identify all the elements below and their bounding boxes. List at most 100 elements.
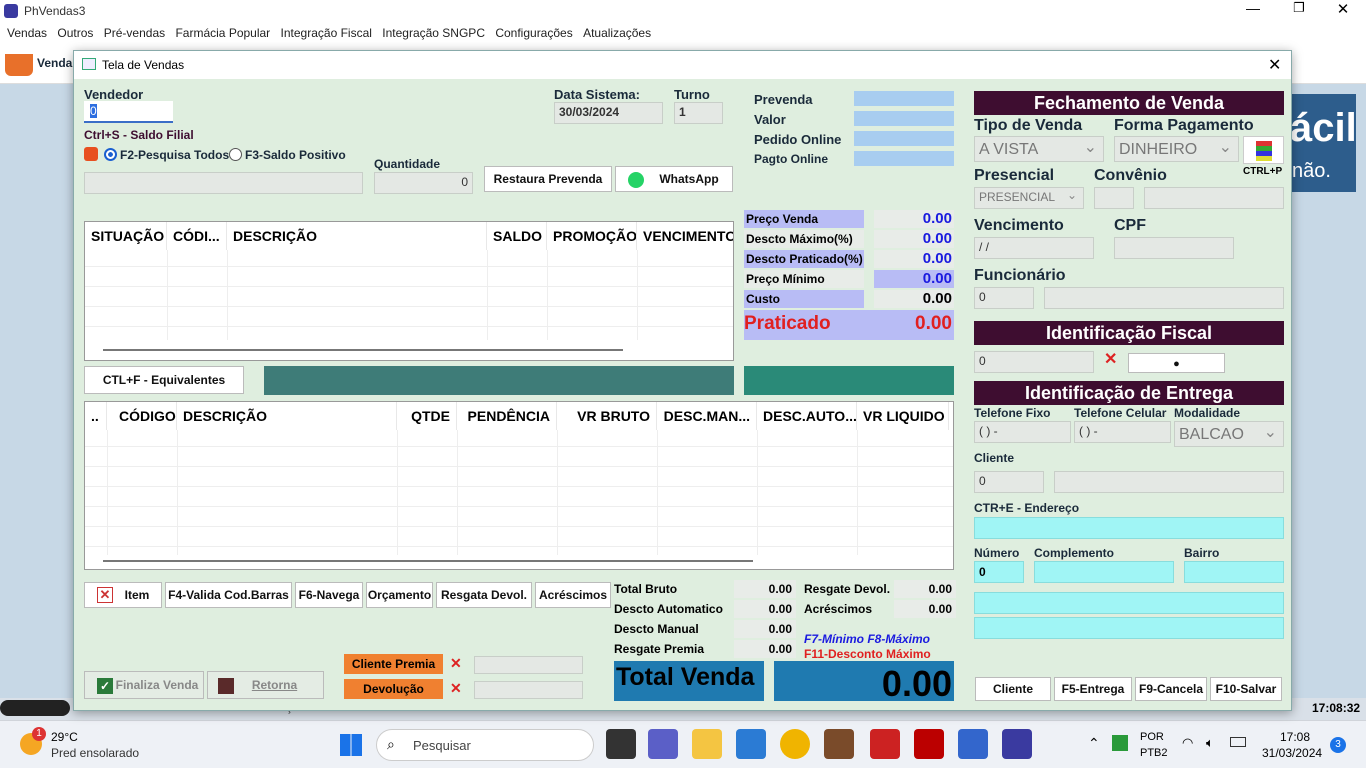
cliente-code-input[interactable]: 0 xyxy=(974,471,1044,493)
radio-pesquisa-todos-label[interactable]: F2-Pesquisa Todos xyxy=(120,148,229,162)
valida-codbarras-button[interactable]: F4-Valida Cod.Barras xyxy=(165,582,292,608)
basket-icon[interactable] xyxy=(5,54,33,76)
grid2-scrollbar[interactable] xyxy=(103,560,753,562)
pedido-online-field[interactable] xyxy=(854,131,954,146)
restaura-prevenda-button[interactable]: Restaura Prevenda xyxy=(484,166,612,192)
taskbar-date[interactable]: 31/03/2024 xyxy=(1262,746,1322,760)
whatsapp-button[interactable]: WhatsApp xyxy=(615,166,733,192)
task-view-icon[interactable] xyxy=(606,729,636,759)
radio-pesquisa-todos[interactable] xyxy=(104,148,117,161)
presencial-select[interactable]: PRESENCIAL xyxy=(974,187,1084,209)
funcionario-name-input[interactable] xyxy=(1044,287,1284,309)
orcamento-button[interactable]: Orçamento xyxy=(366,582,433,608)
cliente-premia-clear-icon[interactable]: ✕ xyxy=(450,655,462,672)
tel-celular-input[interactable]: ( ) - xyxy=(1074,421,1171,443)
cidade-input[interactable] xyxy=(974,592,1284,614)
grid2-col-desc-manual[interactable]: DESC.MAN... xyxy=(657,402,757,430)
battery-icon[interactable] xyxy=(1230,737,1246,747)
grid2-col-marker[interactable]: .. xyxy=(85,402,107,430)
minimize-button[interactable]: — xyxy=(1240,0,1266,22)
convenio-name-input[interactable] xyxy=(1144,187,1284,209)
menu-integracao-sngpc[interactable]: Integração SNGPC xyxy=(382,22,485,44)
quantidade-input[interactable]: 0 xyxy=(374,172,473,194)
grid1-col-vencimento[interactable]: VENCIMENTO xyxy=(637,222,733,250)
toolbar-vendas-label[interactable]: Venda xyxy=(37,56,72,70)
navega-button[interactable]: F6-Navega xyxy=(295,582,363,608)
windows-start-icon[interactable] xyxy=(340,734,362,756)
menu-atualizacoes[interactable]: Atualizações xyxy=(583,22,651,44)
grid2-col-desc-auto[interactable]: DESC.AUTO... xyxy=(757,402,857,430)
bairro-input[interactable] xyxy=(1184,561,1284,583)
grid1-col-situacao[interactable]: SITUAÇÃO xyxy=(85,222,167,250)
resgata-devol-button[interactable]: Resgata Devol. xyxy=(436,582,532,608)
filezilla-icon[interactable] xyxy=(914,729,944,759)
product-search-input[interactable] xyxy=(84,172,363,194)
app-icon-1[interactable] xyxy=(824,729,854,759)
grid1-col-codigo[interactable]: CÓDI... xyxy=(167,222,227,250)
menu-vendas[interactable]: Vendas xyxy=(7,22,47,44)
taskbar-time[interactable]: 17:08 xyxy=(1280,730,1310,744)
maximize-button[interactable]: ❐ xyxy=(1286,0,1312,22)
vencimento-input[interactable]: / / xyxy=(974,237,1094,259)
tray-app-icon[interactable] xyxy=(1112,735,1128,751)
convenio-code-input[interactable] xyxy=(1094,187,1134,209)
browser-icon[interactable] xyxy=(780,729,810,759)
cliente-premia-badge[interactable]: Cliente Premia xyxy=(344,654,443,674)
chat-icon[interactable] xyxy=(648,729,678,759)
cliente-button[interactable]: Cliente xyxy=(975,677,1051,701)
numero-input[interactable]: 0 xyxy=(974,561,1024,583)
item-button[interactable]: ✕ Item xyxy=(84,582,162,608)
cliente-premia-field[interactable] xyxy=(474,656,583,674)
cliente-name-input[interactable] xyxy=(1054,471,1284,493)
grid2-col-qtde[interactable]: QTDE xyxy=(397,402,457,430)
vendedor-input[interactable]: 0 xyxy=(84,101,173,123)
lang-1[interactable]: POR xyxy=(1140,731,1164,743)
items-grid[interactable]: .. CÓDIGO DESCRIÇÃO QTDE PENDÊNCIA VR BR… xyxy=(84,401,954,570)
prevenda-field[interactable] xyxy=(854,91,954,106)
menu-outros[interactable]: Outros xyxy=(57,22,93,44)
tipo-venda-select[interactable]: A VISTA xyxy=(974,136,1104,162)
app-icon-3[interactable] xyxy=(958,729,988,759)
funcionario-code-input[interactable]: 0 xyxy=(974,287,1034,309)
menu-integracao-fiscal[interactable]: Integração Fiscal xyxy=(281,22,372,44)
wifi-icon[interactable]: ◠ xyxy=(1182,735,1193,751)
file-explorer-icon[interactable] xyxy=(692,729,722,759)
menu-farmacia-popular[interactable]: Farmácia Popular xyxy=(175,22,270,44)
complemento-input[interactable] xyxy=(1034,561,1174,583)
grid2-col-descricao[interactable]: DESCRIÇÃO xyxy=(177,402,397,430)
grid1-col-promocao[interactable]: PROMOÇÃO xyxy=(547,222,637,250)
grid1-scrollbar[interactable] xyxy=(103,349,623,351)
grid2-col-pendencia[interactable]: PENDÊNCIA xyxy=(457,402,557,430)
fiscal-clear-icon[interactable]: ✕ xyxy=(1104,349,1117,369)
store-icon[interactable] xyxy=(736,729,766,759)
grid2-col-vr-liquido[interactable]: VR LIQUIDO xyxy=(857,402,949,430)
grid2-col-vr-bruto[interactable]: VR BRUTO xyxy=(557,402,657,430)
grid2-col-codigo[interactable]: CÓDIGO xyxy=(107,402,177,430)
grid1-col-descricao[interactable]: DESCRIÇÃO xyxy=(227,222,487,250)
devolucao-badge[interactable]: Devolução xyxy=(344,679,443,699)
f9-cancela-button[interactable]: F9-Cancela xyxy=(1135,677,1207,701)
devolucao-clear-icon[interactable]: ✕ xyxy=(450,680,462,697)
fiscal-input[interactable]: 0 xyxy=(974,351,1094,373)
menu-pre-vendas[interactable]: Pré-vendas xyxy=(104,22,165,44)
radio-saldo-positivo-label[interactable]: F3-Saldo Positivo xyxy=(245,148,346,162)
grid1-col-saldo[interactable]: SALDO xyxy=(487,222,547,250)
f5-entrega-button[interactable]: F5-Entrega xyxy=(1054,677,1132,701)
modalidade-select[interactable]: BALCAO xyxy=(1174,421,1284,447)
equivalentes-button[interactable]: CTL+F - Equivalentes xyxy=(84,366,244,394)
ctrl-p-button[interactable] xyxy=(1243,136,1284,164)
menu-configuracoes[interactable]: Configurações xyxy=(495,22,572,44)
f10-salvar-button[interactable]: F10-Salvar xyxy=(1210,677,1282,701)
lang-2[interactable]: PTB2 xyxy=(1140,747,1168,759)
tel-fixo-input[interactable]: ( ) - xyxy=(974,421,1071,443)
fiscal-person-button[interactable]: ● xyxy=(1128,353,1225,373)
app-icon-2[interactable] xyxy=(870,729,900,759)
tray-chevron-icon[interactable]: ⌃ xyxy=(1088,735,1100,752)
close-window-button[interactable]: ✕ xyxy=(1330,0,1356,22)
endereco-input[interactable] xyxy=(974,517,1284,539)
product-grid[interactable]: SITUAÇÃO CÓDI... DESCRIÇÃO SALDO PROMOÇÃ… xyxy=(84,221,734,361)
referencia-input[interactable] xyxy=(974,617,1284,639)
acrescimos-button[interactable]: Acréscimos xyxy=(535,582,611,608)
finaliza-venda-button[interactable]: ✓ Finaliza Venda xyxy=(84,671,204,699)
devolucao-field[interactable] xyxy=(474,681,583,699)
